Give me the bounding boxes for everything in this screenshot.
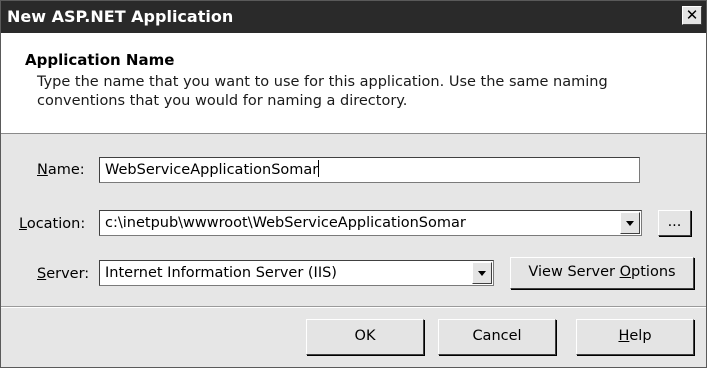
server-label: Server: (37, 266, 90, 282)
header-title: Application Name (25, 51, 175, 69)
location-dropdown-button[interactable] (620, 212, 640, 234)
help-button[interactable]: Help (576, 319, 694, 355)
view-server-options-button[interactable]: View Server Options (510, 257, 694, 289)
close-button[interactable]: ✕ (682, 6, 702, 25)
window-title: New ASP.NET Application (7, 7, 234, 26)
server-combobox[interactable]: Internet Information Server (IIS) (99, 260, 494, 286)
header-description: Type the name that you want to use for t… (37, 74, 608, 109)
name-label: Name: (37, 162, 85, 178)
text-caret (318, 160, 320, 177)
name-input[interactable]: WebServiceApplicationSomar (99, 157, 640, 183)
location-label: Location: (19, 216, 86, 232)
cancel-button[interactable]: Cancel (438, 319, 556, 355)
ok-button[interactable]: OK (306, 319, 424, 355)
close-icon: ✕ (685, 6, 699, 24)
divider-highlight (1, 307, 706, 308)
dialog-window: New ASP.NET Application ✕ Application Na… (0, 0, 707, 368)
header-panel: Application Name Type the name that you … (1, 33, 706, 134)
browse-button[interactable]: ... (658, 210, 691, 236)
chevron-down-icon (478, 271, 486, 276)
title-bar[interactable]: New ASP.NET Application ✕ (1, 1, 706, 33)
location-combobox[interactable]: c:\inetpub\wwwroot\WebServiceApplication… (99, 210, 642, 236)
server-dropdown-button[interactable] (472, 262, 492, 284)
chevron-down-icon (626, 221, 634, 226)
